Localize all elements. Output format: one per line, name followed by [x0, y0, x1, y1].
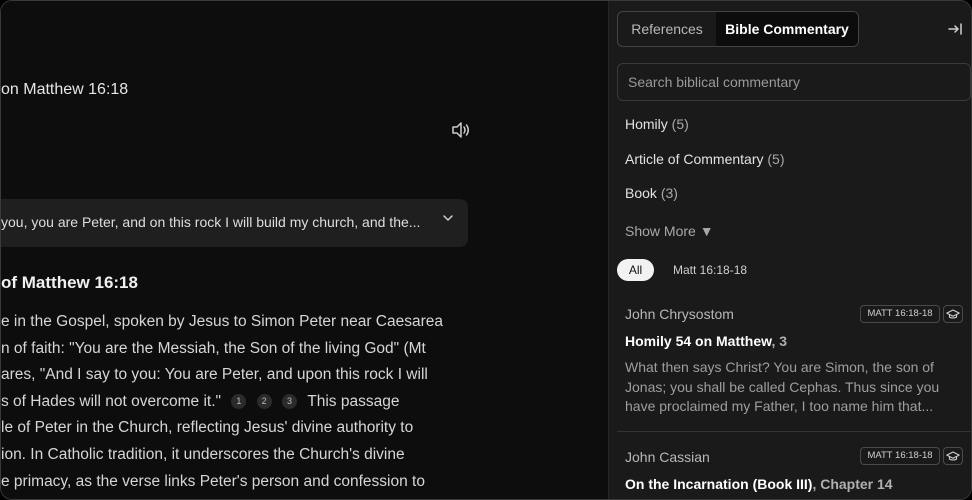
verse-badge: MATT 16:18-18	[860, 447, 940, 465]
body-line: e primacy, as the verse links Peter's pe…	[1, 472, 425, 490]
result-title-text: On the Incarnation (Book III)	[625, 476, 813, 492]
tab-bible-commentary[interactable]: Bible Commentary	[716, 12, 858, 46]
result-title[interactable]: Homily 54 on Matthew, 3	[625, 333, 787, 349]
ref-pill-matt[interactable]: Matt 16:18-18	[673, 263, 747, 277]
graduation-cap-icon[interactable]	[943, 447, 963, 465]
footnote-marker[interactable]: 3	[281, 393, 297, 409]
filter-label: Homily	[625, 116, 668, 132]
body-line-with-footnotes: s of Hades will not overcome it." 1 2 3 …	[1, 389, 601, 416]
ref-pill-all[interactable]: All	[617, 259, 654, 281]
body-line: le of Peter in the Church, reflecting Je…	[1, 419, 414, 437]
speaker-icon[interactable]	[451, 121, 471, 139]
filter-count: (3)	[660, 185, 678, 201]
filter-count: (5)	[767, 151, 785, 167]
result-author: John Chrysostom	[625, 306, 734, 322]
footnote-marker[interactable]: 2	[256, 393, 272, 409]
result-author: John Cassian	[625, 449, 710, 465]
verse-badge: MATT 16:18-18	[860, 305, 940, 323]
main-content: on Matthew 16:18 you, you are Peter, and…	[1, 1, 608, 499]
filter-homily[interactable]: Homily (5)	[625, 116, 689, 132]
result-title[interactable]: On the Incarnation (Book III), Chapter 1…	[625, 476, 893, 492]
section-title: of Matthew 16:18	[1, 273, 138, 292]
commentary-body: e in the Gospel, spoken by Jesus to Simo…	[1, 309, 601, 495]
graduation-cap-icon[interactable]	[943, 305, 963, 323]
tab-references[interactable]: References	[618, 12, 716, 46]
body-line: ares, "And I say to you: You are Peter, …	[1, 366, 428, 384]
body-line: ion. In Catholic tradition, it underscor…	[1, 445, 405, 463]
sidebar-tabs: References Bible Commentary	[617, 11, 859, 47]
search-input[interactable]	[628, 64, 958, 100]
search-box	[617, 63, 971, 101]
verse-preview-text: you, you are Peter, and on this rock I w…	[1, 214, 421, 230]
body-line-tail: This passage	[307, 392, 400, 410]
footnote-marker[interactable]: 1	[231, 393, 247, 409]
chevron-down-icon[interactable]	[441, 211, 455, 225]
filter-book[interactable]: Book (3)	[625, 185, 678, 201]
body-line-text: s of Hades will not overcome it."	[1, 392, 222, 410]
page-title: on Matthew 16:18	[1, 81, 129, 98]
result-excerpt: What then says Christ? You are Simon, th…	[625, 359, 940, 414]
show-more-button[interactable]: Show More ▼	[625, 223, 714, 239]
commentary-sidebar: References Bible Commentary Homily (5) A…	[608, 1, 971, 499]
result-chapter: , 3	[771, 333, 788, 349]
body-line: n of faith: "You are the Messiah, the So…	[1, 339, 426, 357]
app-window: on Matthew 16:18 you, you are Peter, and…	[0, 0, 972, 500]
filter-label: Article of Commentary	[625, 151, 764, 167]
filter-article-of-commentary[interactable]: Article of Commentary (5)	[625, 151, 785, 167]
filter-label: Book	[625, 185, 657, 201]
result-chapter: , Chapter 14	[812, 476, 893, 492]
collapse-right-icon[interactable]	[947, 21, 963, 37]
result-title-text: Homily 54 on Matthew	[625, 333, 772, 349]
filter-count: (5)	[671, 116, 689, 132]
verse-preview-card[interactable]: you, you are Peter, and on this rock I w…	[1, 199, 468, 247]
result-divider	[617, 431, 971, 432]
body-line: e in the Gospel, spoken by Jesus to Simo…	[1, 313, 443, 330]
